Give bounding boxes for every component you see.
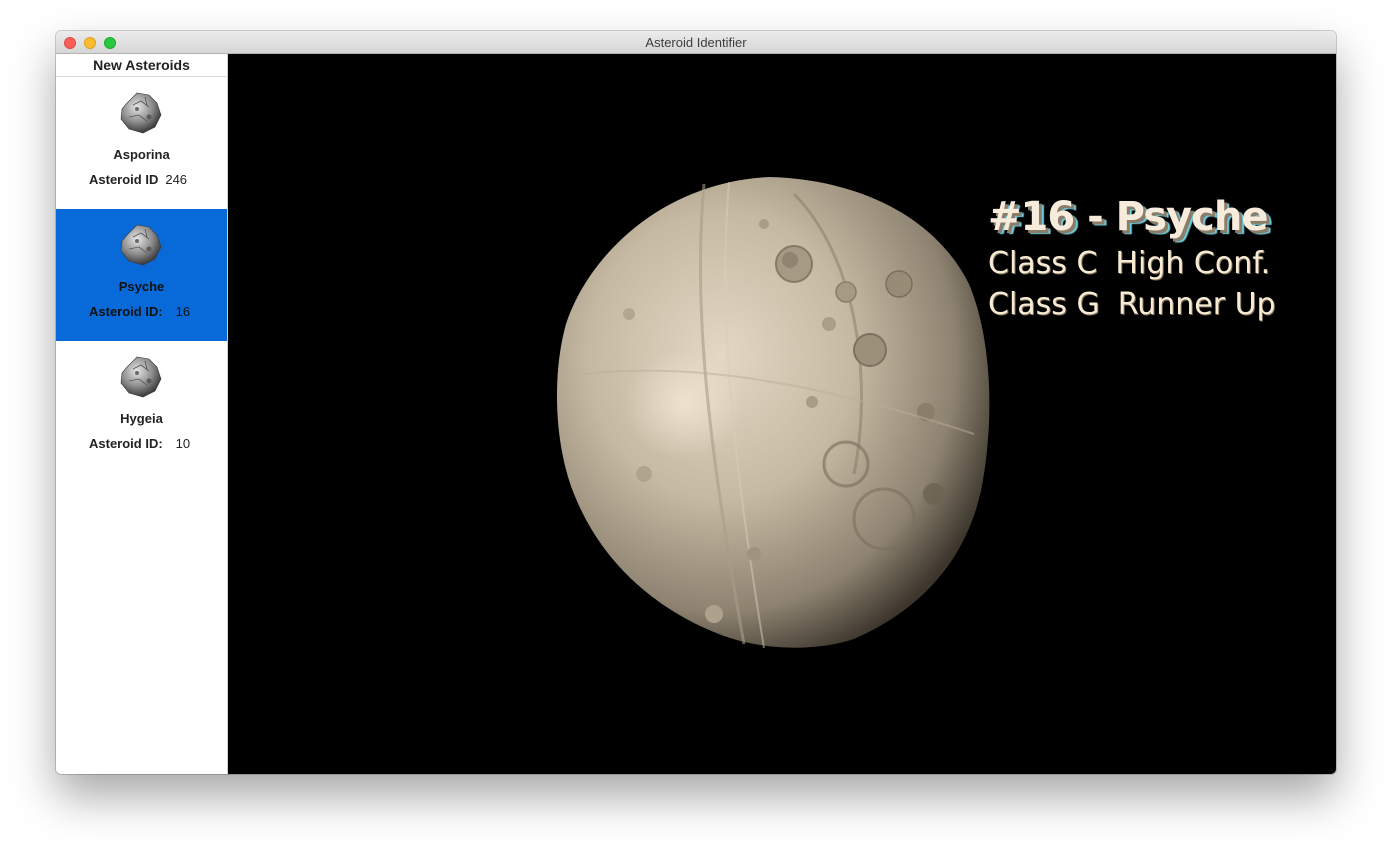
asteroid-id-label: Asteroid ID bbox=[89, 172, 159, 187]
asteroid-3d-model[interactable] bbox=[554, 174, 992, 652]
app-window: Asteroid Identifier New Asteroids Aspori… bbox=[56, 31, 1336, 774]
asteroid-id: Asteroid ID: 10 bbox=[89, 436, 190, 451]
asteroid-id-value: 246 bbox=[165, 172, 188, 187]
asteroid-icon bbox=[120, 356, 162, 398]
asteroid-id-value: 16 bbox=[175, 304, 191, 319]
asteroid-id: Asteroid ID: 16 bbox=[89, 304, 190, 319]
secondary-classification: Class G Runner Up bbox=[988, 287, 1276, 322]
asteroid-list-item-asporina[interactable]: Asporina Asteroid ID 246 bbox=[56, 77, 227, 209]
asteroid-id-value: 10 bbox=[175, 436, 191, 451]
sidebar-header: New Asteroids bbox=[56, 54, 227, 77]
window-title: Asteroid Identifier bbox=[645, 35, 747, 50]
classification-confidence: High Conf. bbox=[1115, 246, 1271, 281]
asteroid-heading: #16 - Psyche bbox=[988, 194, 1268, 240]
classification-confidence: Runner Up bbox=[1117, 287, 1276, 322]
title-bar[interactable]: Asteroid Identifier bbox=[56, 31, 1336, 54]
asteroid-id-label: Asteroid ID: bbox=[89, 436, 163, 451]
asteroid-name: Psyche bbox=[118, 279, 165, 294]
asteroid-icon bbox=[120, 224, 162, 266]
classification-class: Class G bbox=[988, 287, 1100, 322]
asteroid-name: Asporina bbox=[113, 147, 170, 162]
asteroid-list-item-psyche[interactable]: Psyche Asteroid ID: 16 bbox=[56, 209, 227, 341]
asteroid-id: Asteroid ID 246 bbox=[89, 172, 187, 187]
asteroid-sidebar: New Asteroids Asporina Asteroid ID 246 P… bbox=[56, 54, 228, 774]
asteroid-id-label: Asteroid ID: bbox=[89, 304, 163, 319]
asteroid-icon bbox=[120, 92, 162, 134]
asteroid-3d-viewport[interactable]: #16 - Psyche Class C High Conf. Class G Ru… bbox=[228, 54, 1336, 774]
primary-classification: Class C High Conf. bbox=[988, 246, 1276, 281]
asteroid-list-item-hygeia[interactable]: Hygeia Asteroid ID: 10 bbox=[56, 341, 227, 473]
asteroid-name: Hygeia bbox=[120, 411, 163, 426]
classification-overlay: #16 - Psyche Class C High Conf. Class G Ru… bbox=[988, 194, 1276, 322]
classification-class: Class C bbox=[988, 246, 1098, 281]
